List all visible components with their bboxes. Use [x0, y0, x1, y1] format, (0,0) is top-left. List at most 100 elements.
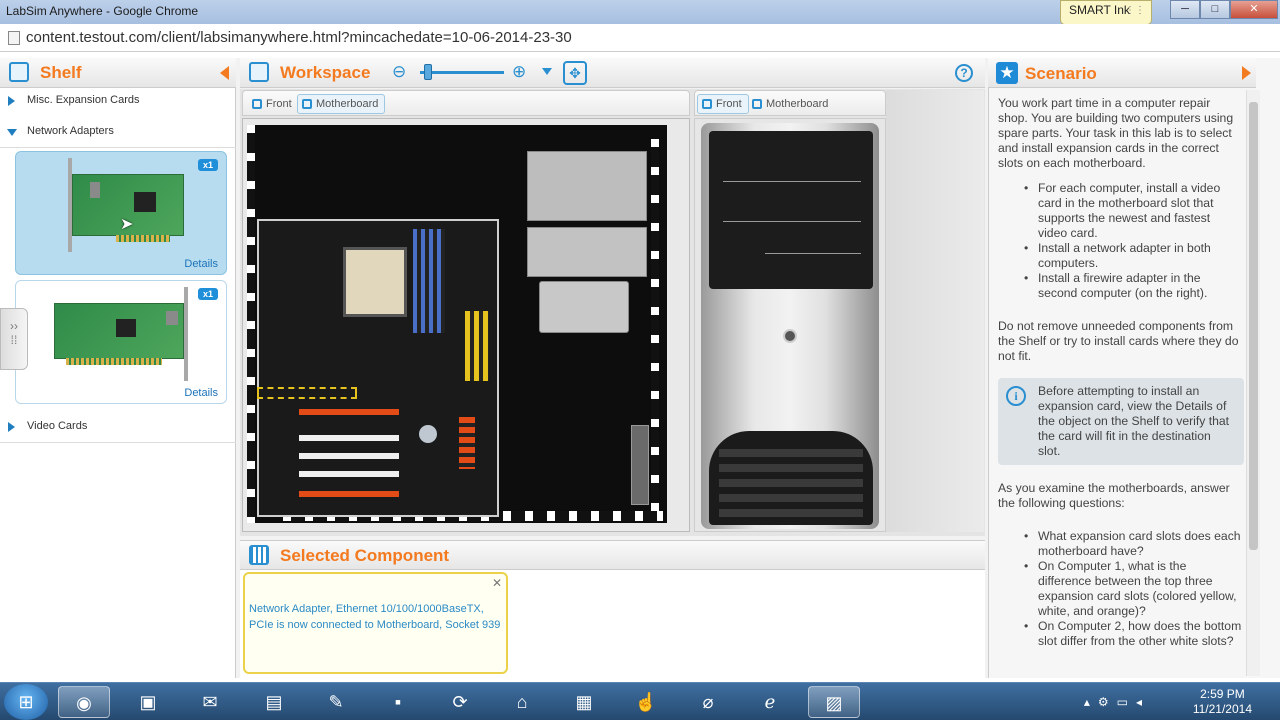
question-list: What expansion card slots does each moth… [1022, 529, 1242, 649]
windows-start-icon[interactable]: ⊞ [4, 684, 48, 720]
clock-date: 11/21/2014 [1192, 702, 1252, 716]
category-misc-expansion-cards[interactable]: Misc. Expansion Cards [0, 86, 236, 116]
pcie-x1-slot-highlighted[interactable] [257, 387, 357, 399]
task-list: For each computer, install a video card … [1022, 181, 1242, 301]
computer2-case-front[interactable] [694, 118, 886, 532]
smart-hand-icon[interactable]: ☝ [620, 686, 672, 718]
tab-front[interactable]: Front [697, 94, 749, 114]
notepad-icon[interactable]: ✎ [310, 686, 362, 718]
minimize-button[interactable]: ─ [1170, 0, 1200, 19]
close-button[interactable]: ✕ [1230, 0, 1278, 19]
workspace-background [886, 90, 984, 532]
details-link[interactable]: Details [184, 387, 218, 399]
scenario-warning: Do not remove unneeded components from t… [998, 319, 1239, 363]
drive-cage-plate [539, 281, 629, 333]
ram-slots[interactable] [413, 229, 445, 333]
system-tray[interactable]: ▴⚙▭◂ [1084, 695, 1150, 709]
chipset-fan [419, 425, 437, 443]
scenario-scrollbar[interactable] [1246, 90, 1260, 676]
shelf-side-handle[interactable]: ›› ⁞⁞ [0, 308, 28, 370]
calculator-icon[interactable]: ▦ [558, 686, 610, 718]
network-icon[interactable]: ▣ [122, 686, 174, 718]
shelf-icon [9, 62, 29, 82]
mydrive-icon[interactable]: ⌂ [496, 686, 548, 718]
collapse-left-icon[interactable] [220, 66, 229, 80]
collapse-arrow-icon [7, 129, 17, 136]
window-controls: ─ □ ✕ [1170, 0, 1278, 20]
internet-explorer-icon[interactable]: ℯ [744, 686, 796, 718]
divider [0, 147, 236, 148]
tab-motherboard[interactable]: Motherboard [747, 94, 835, 114]
zoom-dropdown-icon[interactable] [542, 68, 552, 75]
questions-intro: As you examine the motherboards, answer … [998, 481, 1230, 510]
smart-ink-label: SMART Ink [1069, 3, 1130, 17]
pci-slot[interactable] [299, 435, 399, 441]
card-bracket [184, 287, 188, 381]
case-fan-bracket [631, 425, 649, 505]
category-label: Network Adapters [27, 125, 114, 137]
category-network-adapters[interactable]: Network Adapters [0, 117, 236, 147]
pci-express-slot[interactable] [299, 491, 399, 497]
chrome-icon[interactable]: ◉ [58, 686, 110, 718]
question-item: What expansion card slots does each moth… [1022, 529, 1242, 559]
workspace-header: Workspace ⊖ ⊕ ✥ ? [240, 58, 985, 88]
labsim-icon[interactable]: ▨ [808, 686, 860, 718]
clock-time: 2:59 PM [1200, 687, 1245, 701]
close-message-icon[interactable]: ✕ [492, 576, 502, 590]
category-video-cards[interactable]: Video Cards [0, 412, 236, 442]
power-button[interactable] [783, 329, 797, 343]
address-bar[interactable]: content.testout.com/client/labsimanywher… [0, 24, 1280, 52]
network-tool-icon[interactable]: ⌀ [682, 686, 734, 718]
terminal-icon[interactable]: ▪ [372, 686, 424, 718]
expand-arrow-icon [8, 96, 15, 106]
question-item: On Computer 1, what is the difference be… [1022, 559, 1242, 619]
pci-slot[interactable] [299, 453, 399, 459]
vent-slats [719, 449, 863, 519]
zoom-slider-track[interactable] [420, 71, 504, 74]
pci-express-x16-slot[interactable] [299, 409, 399, 415]
mouse-cursor-icon: ➤ [120, 216, 134, 233]
sync-icon[interactable]: ⟳ [434, 686, 486, 718]
computer1-case-interior [242, 118, 690, 532]
tab-label: Front [716, 98, 742, 110]
selected-component-title: Selected Component [280, 546, 450, 565]
question-item: On Computer 2, how does the bottom slot … [1022, 619, 1242, 649]
help-icon[interactable]: ? [955, 64, 973, 82]
component-icon [249, 545, 269, 565]
file-explorer-icon[interactable]: ▤ [248, 686, 300, 718]
computer2-view-tabs: Front Motherboard [694, 90, 886, 116]
chassis-rail [247, 125, 255, 523]
rj45-port [90, 182, 100, 198]
details-link[interactable]: Details [184, 258, 218, 270]
tab-motherboard[interactable]: Motherboard [297, 94, 386, 114]
grip-icon[interactable]: ⋮⋮ [1125, 5, 1145, 16]
url-text[interactable]: content.testout.com/client/labsimanywher… [26, 29, 572, 46]
shelf-item-network-adapter-pcie[interactable]: x1 ➤ Details [15, 151, 227, 275]
tab-label: Motherboard [316, 98, 379, 110]
shelf-item-network-adapter-pci[interactable]: x1 Details [15, 280, 227, 404]
front-view-icon [702, 99, 712, 109]
cpu-socket[interactable] [343, 247, 407, 317]
info-icon: i [1006, 386, 1026, 406]
workspace-icon [249, 62, 269, 82]
outlook-icon[interactable]: ✉ [184, 686, 236, 718]
smart-ink-toolbar[interactable]: SMART Ink ⋮⋮ [1060, 0, 1152, 25]
chip [116, 319, 136, 337]
count-badge: x1 [197, 159, 218, 171]
motherboard-view-icon [302, 99, 312, 109]
maximize-button[interactable]: □ [1200, 0, 1230, 19]
bay-divider [723, 181, 861, 182]
zoom-slider-thumb[interactable] [423, 64, 432, 80]
pci-slot[interactable] [299, 471, 399, 477]
zoom-out-icon[interactable]: ⊖ [392, 62, 406, 82]
scrollbar-thumb[interactable] [1249, 102, 1258, 550]
star-icon: ★ [996, 62, 1018, 84]
info-note: i Before attempting to install an expans… [998, 378, 1244, 465]
clock[interactable]: 2:59 PM 11/21/2014 [1193, 687, 1252, 717]
info-note-text: Before attempting to install an expansio… [1038, 384, 1230, 458]
collapse-right-icon[interactable] [1242, 66, 1251, 80]
fit-view-icon[interactable]: ✥ [563, 61, 587, 85]
ide-connectors [465, 311, 489, 381]
zoom-in-icon[interactable]: ⊕ [512, 62, 526, 82]
tab-front[interactable]: Front [247, 94, 299, 114]
